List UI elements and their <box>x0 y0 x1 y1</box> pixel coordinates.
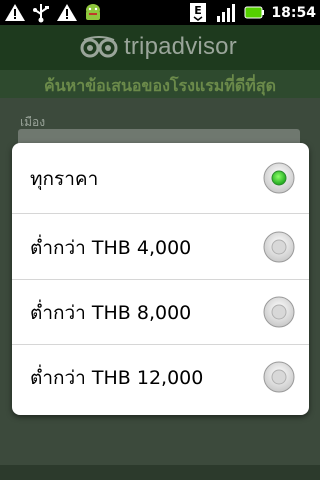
option-label: ทุกราคา <box>30 168 99 190</box>
price-option-4000[interactable]: ต่ำกว่า THB 4,000 <box>12 215 309 279</box>
system-icons: E 18:54 <box>187 2 316 23</box>
radio-unselected-icon[interactable] <box>263 296 295 328</box>
radio-unselected-icon[interactable] <box>263 361 295 393</box>
app-header: tripadvisor <box>0 25 320 70</box>
page-subtitle: ค้นหาข้อเสนอของโรงแรมที่ดีที่สุด <box>44 76 276 95</box>
price-option-12000[interactable]: ต่ำกว่า THB 12,000 <box>12 345 309 409</box>
tripadvisor-logo: tripadvisor <box>80 33 237 61</box>
option-label: ต่ำกว่า THB 4,000 <box>30 237 192 259</box>
radio-unselected-icon[interactable] <box>263 231 295 263</box>
svg-text:E: E <box>195 4 203 17</box>
edge-signal-icon: E <box>190 3 207 22</box>
usb-icon <box>33 4 49 23</box>
android-icon <box>86 4 100 20</box>
bottom-bar <box>0 465 320 480</box>
notification-icons <box>4 2 104 23</box>
radio-selected-icon[interactable] <box>263 162 295 194</box>
clock: 18:54 <box>271 4 316 21</box>
warning-icon <box>57 4 77 21</box>
price-filter-dialog: ทุกราคา ต่ำกว่า THB 4,000 ต่ำกว่า THB 8,… <box>12 143 309 415</box>
option-label: ต่ำกว่า THB 12,000 <box>30 367 204 389</box>
owl-logo-icon <box>80 36 118 58</box>
subtitle-band: ค้นหาข้อเสนอของโรงแรมที่ดีที่สุด <box>0 70 320 98</box>
price-option-8000[interactable]: ต่ำกว่า THB 8,000 <box>12 280 309 344</box>
price-option-all[interactable]: ทุกราคา <box>12 146 309 210</box>
battery-icon <box>244 6 265 19</box>
signal-bars-icon <box>217 4 236 22</box>
brand-name: tripadvisor <box>124 33 237 60</box>
option-label: ต่ำกว่า THB 8,000 <box>30 302 192 324</box>
divider <box>12 213 309 214</box>
warning-icon <box>5 4 25 21</box>
status-bar: E 18:54 <box>0 0 320 25</box>
